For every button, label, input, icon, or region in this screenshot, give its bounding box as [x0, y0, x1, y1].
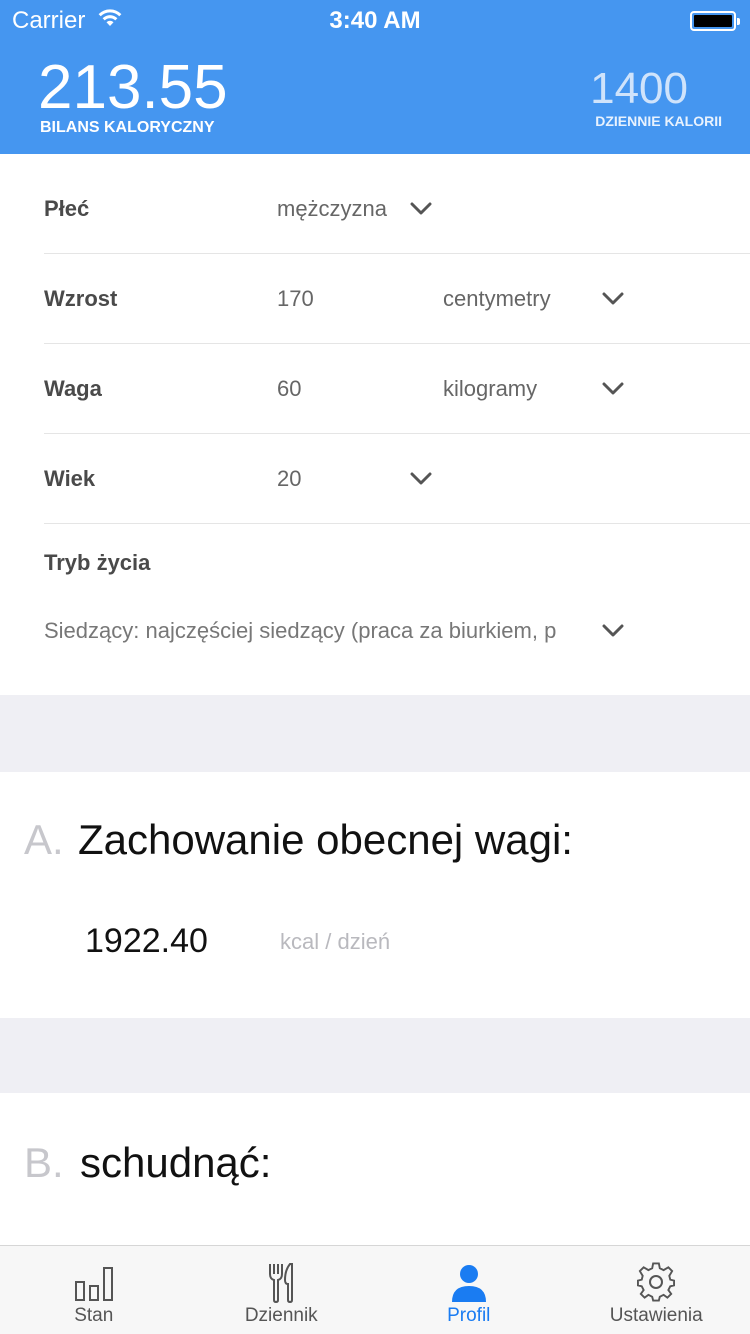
kcal-unit: kcal / dzień	[280, 929, 391, 954]
age-label: Wiek	[44, 466, 96, 491]
age-row: Wiek 20	[44, 434, 750, 524]
lifestyle-select[interactable]: Siedzący: najczęściej siedzący (praca za…	[44, 618, 602, 644]
kcal-value: 1922.40	[85, 922, 208, 960]
height-row: Wzrost 170 centymetry	[44, 254, 750, 344]
person-icon	[447, 1260, 491, 1304]
profile-form: Płeć mężczyzna Wzrost 170 centymetry Wag…	[0, 154, 750, 695]
gender-label: Płeć	[44, 196, 90, 221]
age-select[interactable]: 20	[277, 434, 301, 524]
section-letter: B.	[24, 1139, 64, 1186]
height-value[interactable]: 170	[277, 254, 314, 344]
bar-chart-icon	[72, 1260, 116, 1304]
tab-dziennik[interactable]: Dziennik	[188, 1246, 376, 1334]
section-heading: Zachowanie obecnej wagi:	[78, 816, 573, 863]
fork-knife-icon	[259, 1260, 303, 1304]
calorie-balance-label: BILANS KALORYCZNY	[40, 119, 215, 136]
chevron-down-icon[interactable]	[410, 202, 432, 216]
lose-weight-card: B. schudnąć:	[0, 1093, 750, 1245]
tab-ustawienia[interactable]: Ustawienia	[563, 1246, 750, 1334]
battery-icon	[690, 11, 740, 31]
maintain-weight-card: A. Zachowanie obecnej wagi: 1922.40 kcal…	[0, 772, 750, 1018]
height-unit-select[interactable]: centymetry	[443, 254, 551, 344]
chevron-down-icon[interactable]	[602, 292, 624, 306]
gear-icon	[634, 1260, 678, 1304]
tab-label: Profil	[447, 1305, 491, 1326]
gender-row: Płeć mężczyzna	[44, 164, 750, 254]
lifestyle-label: Tryb życia	[44, 550, 151, 575]
daily-calories-value: 1400	[590, 64, 688, 113]
chevron-down-icon[interactable]	[602, 624, 624, 638]
status-bar: Carrier 3:40 AM	[0, 0, 750, 40]
tab-profil[interactable]: Profil	[375, 1246, 563, 1334]
header: Carrier 3:40 AM 213.55 BILANS KALORYCZNY…	[0, 0, 750, 154]
status-time: 3:40 AM	[329, 7, 421, 34]
tab-label: Ustawienia	[609, 1305, 703, 1326]
calorie-balance-value: 213.55	[38, 53, 228, 122]
weight-unit-select[interactable]: kilogramy	[443, 344, 537, 434]
daily-calories-label: DZIENNIE KALORII	[595, 113, 722, 129]
weight-label: Waga	[44, 376, 102, 401]
chevron-down-icon[interactable]	[602, 382, 624, 396]
chevron-down-icon[interactable]	[410, 472, 432, 486]
section-letter: A.	[24, 816, 64, 863]
tab-bar: Stan Dziennik Profil Ustawienia	[0, 1245, 750, 1334]
weight-row: Waga 60 kilogramy	[44, 344, 750, 434]
tab-label: Dziennik	[244, 1305, 318, 1326]
height-label: Wzrost	[44, 286, 118, 311]
tab-label: Stan	[74, 1305, 114, 1326]
weight-value[interactable]: 60	[277, 344, 301, 434]
tab-stan[interactable]: Stan	[0, 1246, 188, 1334]
gender-select[interactable]: mężczyzna	[277, 164, 387, 254]
section-heading: schudnąć:	[80, 1139, 272, 1186]
